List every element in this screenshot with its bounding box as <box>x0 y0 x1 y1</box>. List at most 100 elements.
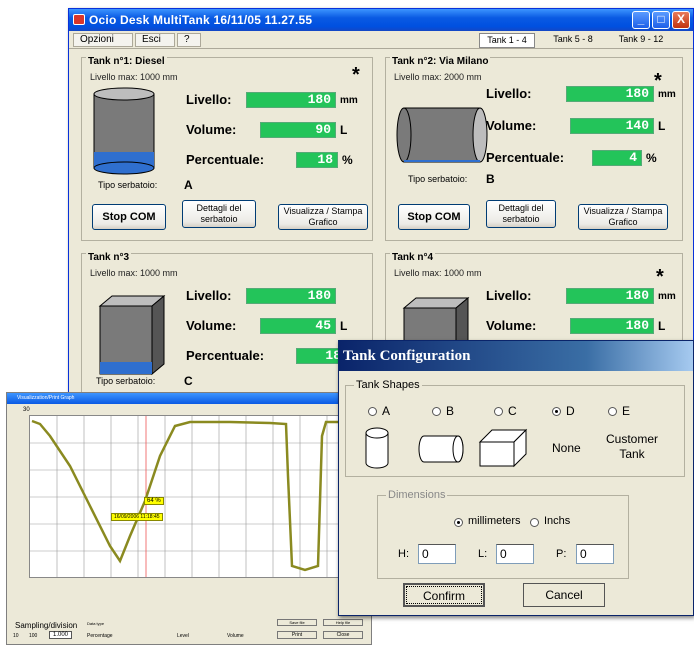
volume-unit: L <box>658 319 666 333</box>
livello-unit: mm <box>658 291 676 302</box>
radio-millimeters[interactable] <box>454 518 463 527</box>
percentuale-unit: % <box>646 151 657 165</box>
cancel-button[interactable]: Cancel <box>523 583 605 607</box>
shape-a-label: A <box>382 404 391 418</box>
sampling-btn-10[interactable]: 10 <box>13 633 19 639</box>
volume-unit: L <box>340 319 348 333</box>
data-type-label: Data type <box>87 621 105 626</box>
h-label: H: <box>398 548 409 560</box>
millimeters-label: millimeters <box>468 515 521 527</box>
grafico-button[interactable]: Visualizza / Stampa Grafico <box>278 204 368 230</box>
tipo-value: A <box>184 178 193 192</box>
volume-value: 180 <box>570 318 654 334</box>
shape-d-label: D <box>566 404 575 418</box>
tank-title: Tank n°1: Diesel <box>86 56 167 67</box>
level-max: Livello max: 1000 mm <box>90 72 178 82</box>
option-volume[interactable]: Volume <box>227 633 244 639</box>
close-graph-button[interactable]: Close <box>323 631 363 639</box>
window-title: Ocio Desk MultiTank 16/11/05 11.27.55 <box>89 13 313 27</box>
stop-com-button[interactable]: Stop COM <box>92 204 166 230</box>
volume-unit: L <box>340 123 348 137</box>
none-label: None <box>552 441 581 455</box>
radio-shape-d[interactable] <box>552 407 561 416</box>
horizontal-cylinder-shape-icon <box>418 435 464 463</box>
app-icon <box>73 14 85 25</box>
livello-label: Livello: <box>186 92 232 107</box>
volume-label: Volume: <box>486 118 537 133</box>
tipo-label: Tipo serbatoio: <box>408 174 468 184</box>
tab-tank-1-4[interactable]: Tank 1 - 4 <box>479 33 535 48</box>
percentuale-value: 18 <box>296 152 338 168</box>
sampling-label: Sampling/division <box>15 621 78 630</box>
save-file-button[interactable]: Save file <box>277 619 317 626</box>
volume-value: 140 <box>570 118 654 134</box>
radio-shape-e[interactable] <box>608 407 617 416</box>
volume-label: Volume: <box>186 318 237 333</box>
tab-tank-5-8[interactable]: Tank 5 - 8 <box>545 33 601 48</box>
tank-configuration-dialog: Tank Configuration Tank Shapes A B C D E… <box>338 340 694 616</box>
volume-label: Volume: <box>486 318 537 333</box>
tank-shapes-label: Tank Shapes <box>354 379 422 391</box>
volume-value: 90 <box>260 122 336 138</box>
p-label: P: <box>556 548 567 560</box>
tab-tank-9-12[interactable]: Tank 9 - 12 <box>611 33 671 48</box>
option-level[interactable]: Level <box>177 633 189 639</box>
status-star: * <box>656 266 664 288</box>
marker-percent: 64 % <box>144 497 164 505</box>
level-max: Livello max: 1000 mm <box>394 268 482 278</box>
percentuale-value: 4 <box>592 150 642 166</box>
radio-shape-c[interactable] <box>494 407 503 416</box>
close-button[interactable]: X <box>672 11 690 29</box>
menu-help[interactable]: ? <box>177 33 201 47</box>
tipo-label: Tipo serbatoio: <box>96 376 156 386</box>
box-shape-icon <box>478 428 528 468</box>
dimensions-group: Dimensions millimeters Inchs H: 0 L: 0 P… <box>377 489 629 579</box>
graph-title-bar[interactable]: Visualizzation/Print Graph <box>7 393 371 404</box>
minimize-button[interactable]: _ <box>632 11 650 29</box>
sampling-value[interactable]: 1.000 <box>49 631 73 639</box>
tank-title: Tank n°4 <box>390 252 436 263</box>
shape-c-label: C <box>508 404 517 418</box>
confirm-button[interactable]: Confirm <box>403 583 485 607</box>
print-button[interactable]: Print <box>277 631 317 639</box>
level-max: Livello max: 1000 mm <box>90 268 178 278</box>
tipo-value: C <box>184 374 193 388</box>
stop-com-button[interactable]: Stop COM <box>398 204 470 230</box>
help-file-button[interactable]: Help file <box>323 619 363 626</box>
option-percentage[interactable]: Percentage <box>87 633 113 639</box>
dialog-title[interactable]: Tank Configuration <box>339 341 693 371</box>
l-input[interactable]: 0 <box>496 544 534 564</box>
radio-inchs[interactable] <box>530 518 539 527</box>
y-axis-max: 30 <box>23 407 30 413</box>
radio-shape-b[interactable] <box>432 407 441 416</box>
maximize-button[interactable]: □ <box>652 11 670 29</box>
percentuale-label: Percentuale: <box>486 150 565 165</box>
tipo-label: Tipo serbatoio: <box>98 180 158 190</box>
grafico-button[interactable]: Visualizza / Stampa Grafico <box>578 204 668 230</box>
marker-time: 16/09/2006 11:18:45 <box>111 513 163 521</box>
graph-window: Visualizzation/Print Graph 30 64 % 16/09… <box>6 392 372 645</box>
livello-value: 180 <box>246 92 336 108</box>
l-label: L: <box>478 548 488 560</box>
radio-shape-a[interactable] <box>368 407 377 416</box>
title-bar[interactable]: Ocio Desk MultiTank 16/11/05 11.27.55 _ … <box>69 9 693 31</box>
volume-label: Volume: <box>186 122 237 137</box>
dettagli-button[interactable]: Dettagli del serbatoio <box>486 200 556 228</box>
tank-title: Tank n°3 <box>86 252 132 263</box>
inchs-label: Inchs <box>544 515 571 527</box>
level-series-line <box>31 419 354 572</box>
menu-esci[interactable]: Esci <box>135 33 175 47</box>
menu-opzioni[interactable]: Opzioni <box>73 33 133 47</box>
tank-title: Tank n°2: Via Milano <box>390 56 491 67</box>
livello-value: 180 <box>246 288 336 304</box>
sampling-btn-100[interactable]: 100 <box>29 633 37 639</box>
tank-shape-box-icon <box>98 294 166 376</box>
h-input[interactable]: 0 <box>418 544 456 564</box>
percentuale-label: Percentuale: <box>186 348 265 363</box>
livello-unit: mm <box>340 95 358 106</box>
dettagli-button[interactable]: Dettagli del serbatoio <box>182 200 256 228</box>
p-input[interactable]: 0 <box>576 544 614 564</box>
livello-label: Livello: <box>486 288 532 303</box>
tipo-value: B <box>486 172 495 186</box>
dimensions-label: Dimensions <box>386 489 448 501</box>
